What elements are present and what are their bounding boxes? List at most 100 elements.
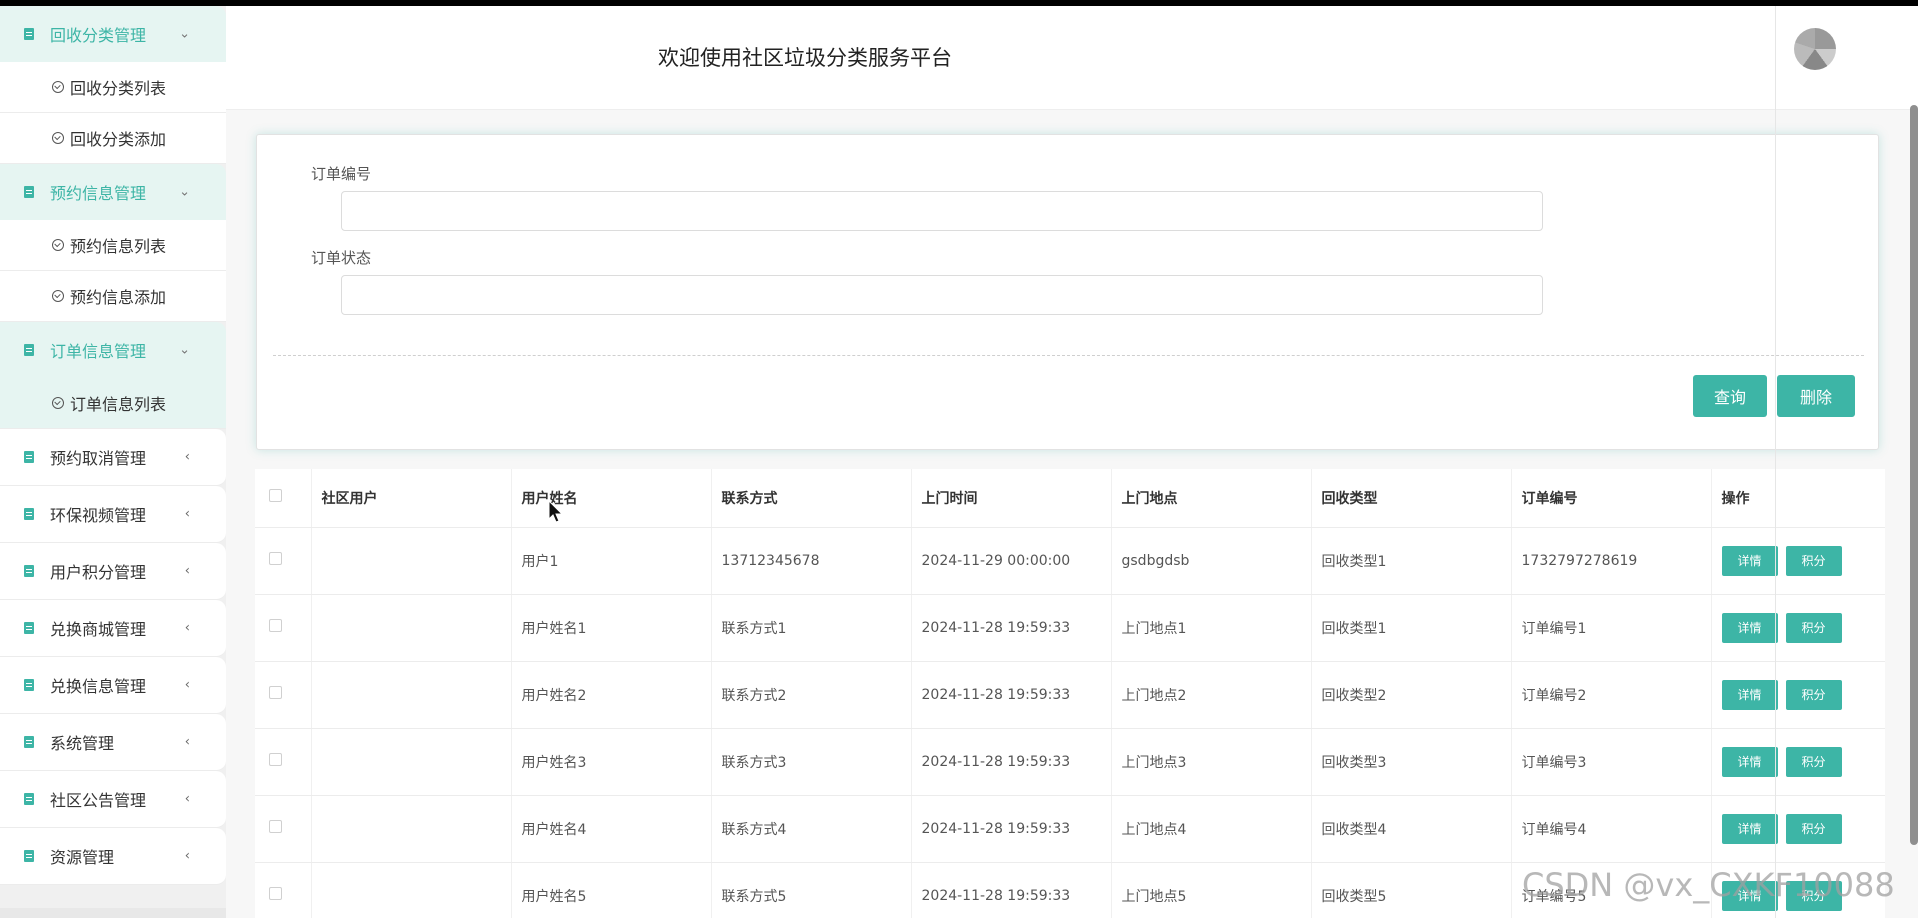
check-circle-icon: [52, 397, 64, 409]
form-divider: [273, 355, 1864, 356]
row-checkbox[interactable]: [269, 686, 282, 699]
chevron-down-icon: ⌄: [179, 184, 190, 200]
sidebar-group-label: 预约取消管理: [50, 449, 147, 468]
select-all-checkbox[interactable]: [269, 489, 282, 503]
sidebar-group: 订单信息管理 ⌄ 订单信息列表: [0, 322, 226, 429]
points-button[interactable]: 积分: [1785, 545, 1842, 576]
table-header-row: 社区用户 用户姓名 联系方式 上门时间 上门地点 回收类型 订单编号 操作: [255, 469, 1885, 528]
check-circle-icon: [52, 290, 64, 302]
sidebar-group-header[interactable]: 社区公告管理 ‹: [0, 771, 226, 828]
query-button[interactable]: 查询: [1693, 375, 1767, 417]
doc-icon: [24, 679, 34, 691]
sidebar-group-label: 环保视频管理: [50, 506, 147, 525]
sidebar-group-header[interactable]: 用户积分管理 ‹: [0, 543, 226, 600]
table-cell: 用户姓名4: [511, 795, 712, 863]
table-cell: 用户1: [511, 527, 712, 595]
chevron-left-icon: ‹: [184, 620, 190, 636]
chevron-left-icon: ‹: [184, 563, 190, 579]
sidebar-item[interactable]: 预约信息添加: [0, 271, 226, 322]
sidebar-item[interactable]: 回收分类添加: [0, 113, 226, 164]
sidebar-group: 回收分类管理 ⌄ 回收分类列表 回收分类添加: [0, 6, 226, 164]
sidebar-group-header[interactable]: 兑换信息管理 ‹: [0, 657, 226, 714]
sidebar-scrollbar-track: [0, 908, 226, 918]
sidebar-group-label: 预约信息管理: [50, 184, 147, 203]
check-circle-icon: [52, 239, 64, 251]
table-cell: 联系方式1: [711, 594, 912, 662]
column-header: 用户姓名: [511, 469, 712, 528]
table-cell: [311, 594, 512, 662]
doc-icon: [24, 622, 34, 634]
detail-button[interactable]: 详情: [1721, 746, 1778, 777]
actions-cell: 详情 积分: [1711, 661, 1885, 729]
actions-cell: 详情 积分: [1711, 594, 1885, 662]
table-cell: 用户姓名1: [511, 594, 712, 662]
points-button[interactable]: 积分: [1785, 679, 1842, 710]
search-form: 订单编号 订单状态 查询 删除: [256, 134, 1879, 450]
table-cell: [311, 527, 512, 595]
vertical-divider: [1775, 6, 1776, 918]
detail-button[interactable]: 详情: [1721, 612, 1778, 643]
order-no-label: 订单编号: [311, 165, 372, 183]
table-cell: 上门地点4: [1111, 795, 1312, 863]
table-cell: [311, 661, 512, 729]
order-status-label: 订单状态: [311, 249, 372, 267]
sidebar-group-header[interactable]: 兑换商城管理 ‹: [0, 600, 226, 657]
table-cell: [311, 795, 512, 863]
row-checkbox[interactable]: [269, 619, 282, 632]
sidebar-group: 社区公告管理 ‹: [0, 771, 226, 828]
sidebar-group: 系统管理 ‹: [0, 714, 226, 771]
table-row: 用户姓名1 联系方式1 2024-11-28 19:59:33 上门地点1 回收类型1 订…: [255, 594, 1885, 662]
top-header: 欢迎使用社区垃圾分类服务平台: [226, 6, 1918, 110]
table-cell: 13712345678: [711, 527, 912, 595]
sidebar-group-header[interactable]: 预约信息管理 ⌄: [0, 164, 226, 220]
sidebar-group-header[interactable]: 回收分类管理 ⌄: [0, 6, 226, 62]
delete-button[interactable]: 删除: [1777, 375, 1855, 417]
sidebar-group: 环保视频管理 ‹: [0, 486, 226, 543]
row-checkbox[interactable]: [269, 753, 282, 766]
sidebar-group-header[interactable]: 预约取消管理 ‹: [0, 429, 226, 486]
order-status-input[interactable]: [341, 275, 1543, 315]
detail-button[interactable]: 详情: [1721, 813, 1778, 844]
chevron-left-icon: ‹: [184, 734, 190, 750]
sidebar-group-label: 订单信息管理: [50, 342, 147, 361]
sidebar-item[interactable]: 订单信息列表: [0, 378, 226, 429]
points-button[interactable]: 积分: [1785, 746, 1842, 777]
sidebar-group-header[interactable]: 环保视频管理 ‹: [0, 486, 226, 543]
row-checkbox[interactable]: [269, 887, 282, 900]
avatar[interactable]: [1794, 28, 1836, 70]
actions-cell: 详情 积分: [1711, 795, 1885, 863]
sidebar-item[interactable]: 回收分类列表: [0, 62, 226, 113]
row-checkbox[interactable]: [269, 820, 282, 833]
table-cell: [311, 728, 512, 796]
doc-icon: [24, 793, 34, 805]
actions-cell: 详情 积分: [1711, 527, 1885, 595]
table-cell: 订单编号4: [1511, 795, 1712, 863]
doc-icon: [24, 186, 34, 198]
table-cell: 用户姓名3: [511, 728, 712, 796]
points-button[interactable]: 积分: [1785, 612, 1842, 643]
page-scrollbar[interactable]: [1910, 105, 1918, 845]
points-button[interactable]: 积分: [1785, 813, 1842, 844]
sidebar-group-label: 兑换商城管理: [50, 620, 147, 639]
sidebar-item-label: 预约信息添加: [70, 288, 167, 307]
sidebar-item[interactable]: 预约信息列表: [0, 220, 226, 271]
sidebar-group-header[interactable]: 资源管理 ‹: [0, 828, 226, 885]
table-cell: 2024-11-28 19:59:33: [911, 661, 1112, 729]
column-header: 上门地点: [1111, 469, 1312, 528]
detail-button[interactable]: 详情: [1721, 679, 1778, 710]
doc-icon: [24, 344, 34, 356]
row-checkbox[interactable]: [269, 552, 282, 565]
sidebar-group: 兑换商城管理 ‹: [0, 600, 226, 657]
sidebar-group-header[interactable]: 系统管理 ‹: [0, 714, 226, 771]
sidebar-menu: 回收分类管理 ⌄ 回收分类列表 回收分类添加预约信息管理 ⌄ 预约信息列表预约信息添加订单…: [0, 6, 226, 885]
table-cell: 回收类型1: [1311, 594, 1512, 662]
order-no-input[interactable]: [341, 191, 1543, 231]
chevron-left-icon: ‹: [184, 677, 190, 693]
doc-icon: [24, 28, 34, 40]
detail-button[interactable]: 详情: [1721, 545, 1778, 576]
sidebar-group-header[interactable]: 订单信息管理 ⌄: [0, 322, 226, 378]
sidebar-group-label: 用户积分管理: [50, 563, 147, 582]
table-cell: 上门地点5: [1111, 862, 1312, 918]
sidebar-item-label: 回收分类添加: [70, 130, 167, 149]
sidebar-item-label: 回收分类列表: [70, 79, 167, 98]
